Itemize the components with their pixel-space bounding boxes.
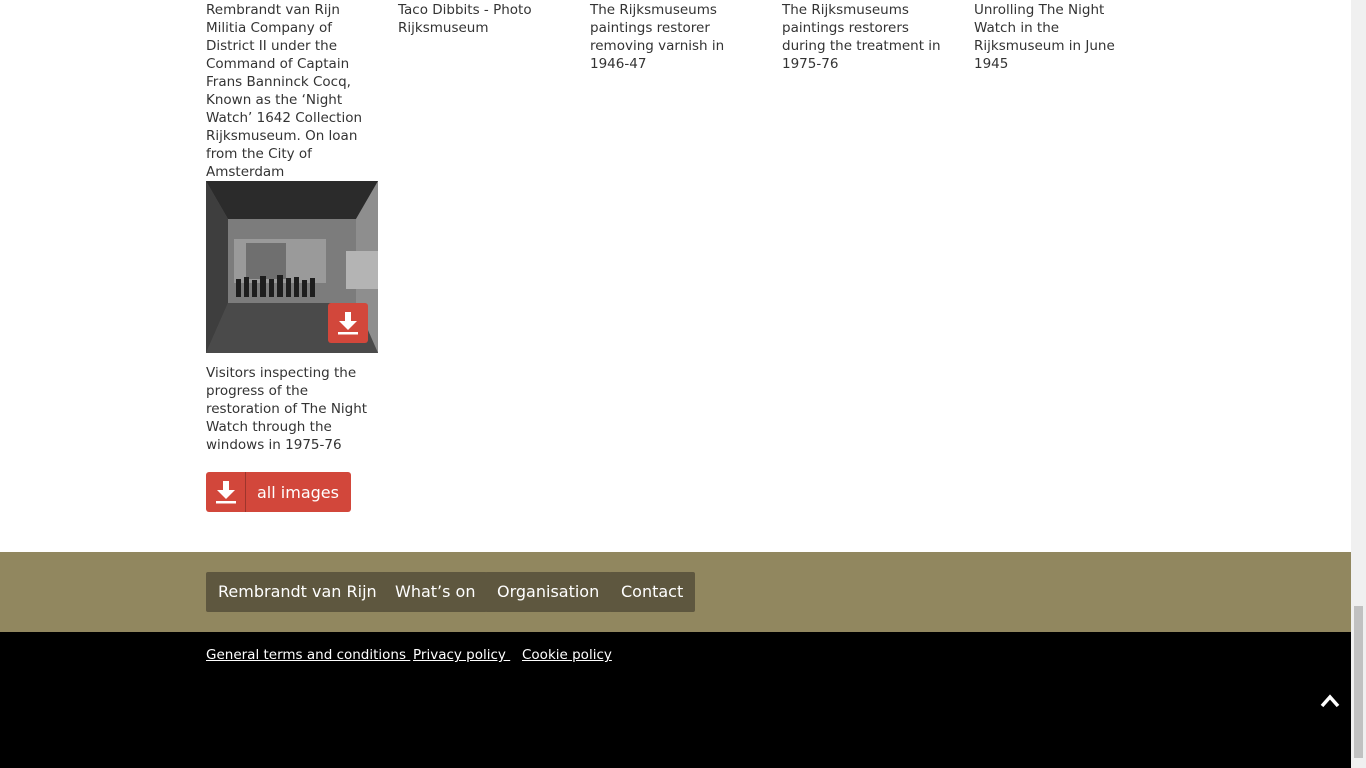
page-scrollbar[interactable]	[1351, 0, 1366, 768]
page: Rembrandt van Rijn Militia Company of Di…	[0, 0, 1351, 768]
scrollbar-thumb[interactable]	[1354, 606, 1363, 758]
download-icon	[206, 472, 246, 512]
restoration-photo-tile[interactable]	[206, 181, 378, 353]
footer-nav-whats-on[interactable]: What’s on	[383, 572, 488, 612]
image-caption: Taco Dibbits - Photo Rijksmuseum	[398, 2, 532, 36]
footer-nav-organisation[interactable]: Organisation	[485, 572, 612, 612]
download-icon	[338, 312, 358, 335]
back-to-top-button[interactable]	[1317, 688, 1343, 714]
footer-navigation: Rembrandt van Rijn What’s on Organisatio…	[0, 552, 1351, 632]
all-images-label: all images	[257, 482, 339, 502]
footer-legal: General terms and conditions Privacy pol…	[0, 632, 1351, 768]
chevron-up-icon	[1320, 694, 1340, 708]
footer-nav-rembrandt[interactable]: Rembrandt van Rijn	[206, 572, 389, 612]
footer-nav-contact[interactable]: Contact	[609, 572, 696, 612]
terms-link[interactable]: General terms and conditions	[206, 647, 410, 663]
download-button[interactable]	[328, 303, 368, 343]
image-caption: Rembrandt van Rijn Militia Company of Di…	[206, 2, 363, 180]
image-caption: Visitors inspecting the progress of the …	[206, 365, 368, 453]
cookie-policy-link[interactable]: Cookie policy	[522, 647, 612, 663]
download-all-images-button[interactable]: all images	[206, 472, 351, 512]
privacy-policy-link[interactable]: Privacy policy	[413, 647, 510, 663]
image-caption: Unrolling The Night Watch in the Rijksmu…	[974, 2, 1115, 72]
image-caption: The Rijksmuseums paintings restorer remo…	[590, 2, 725, 72]
image-caption: The Rijksmuseums paintings restorers dur…	[782, 2, 941, 72]
